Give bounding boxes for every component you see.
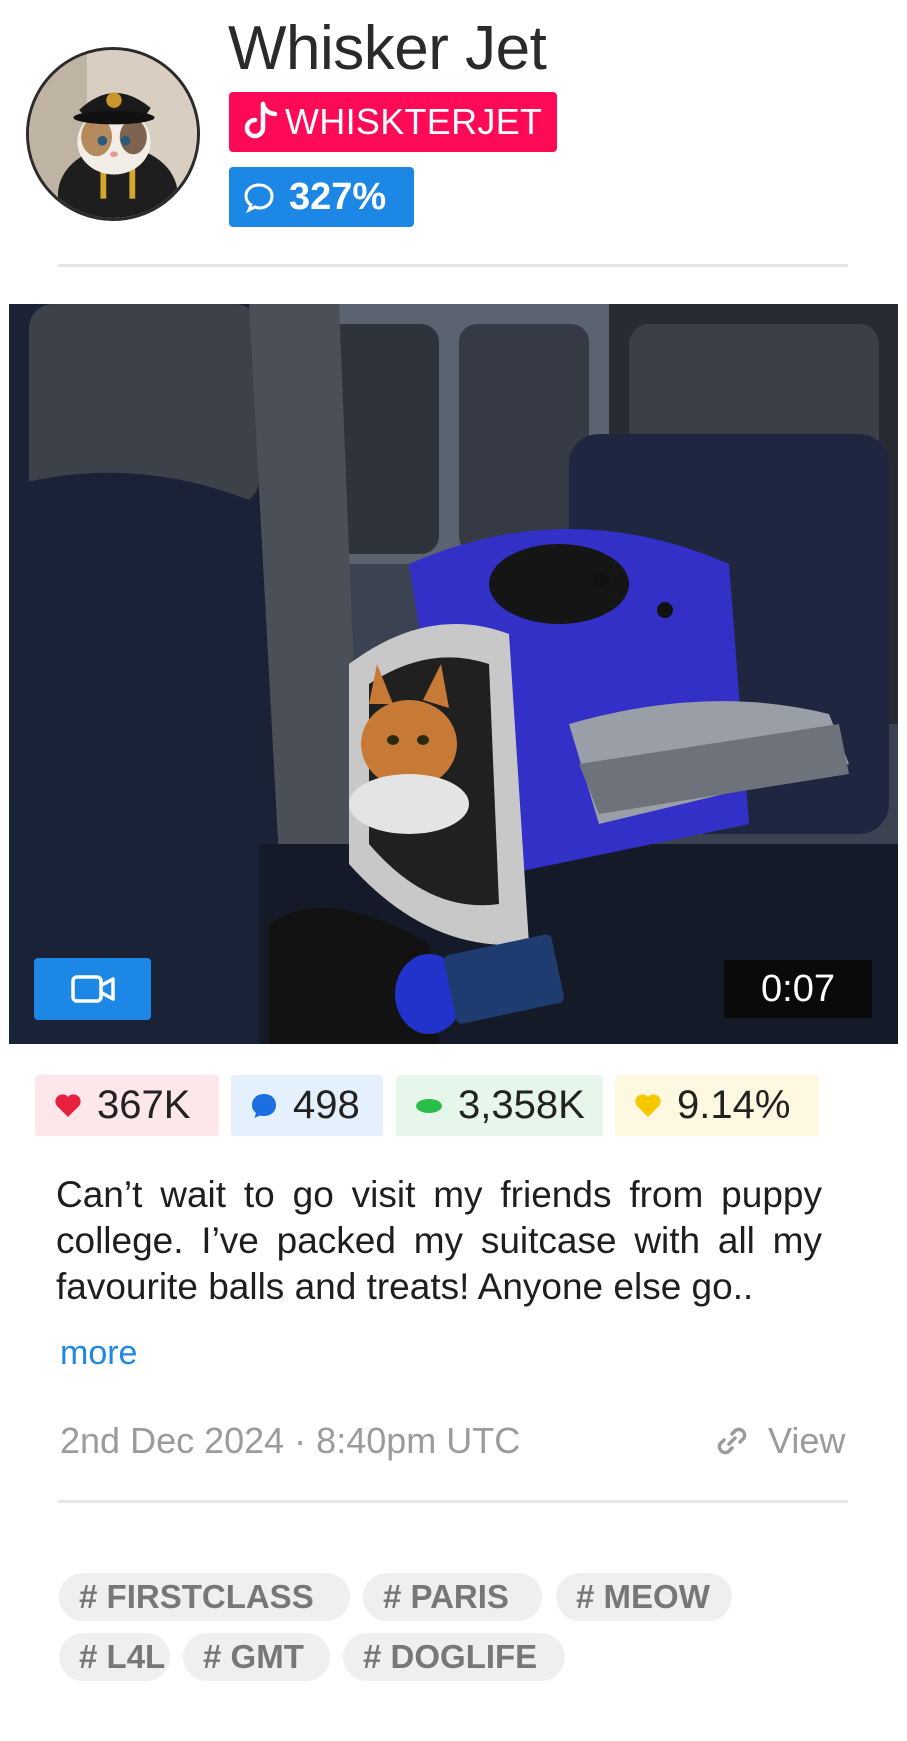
hashtag-chip[interactable]: # MEOW [556,1573,732,1621]
hashtag-chip[interactable]: # FIRSTCLASS [59,1573,350,1621]
video-type-button[interactable] [34,958,151,1020]
tiktok-icon [244,101,278,139]
hashtag-chip[interactable]: # DOGLIFE [343,1633,565,1681]
comment-icon [252,1093,276,1118]
view-label: View [768,1420,846,1461]
heart-icon [635,1093,661,1117]
video-camera-icon [70,975,115,1003]
engagement-rate-value: 9.14% [677,1083,791,1127]
handle-badge[interactable]: WHISKTERJET [229,92,557,152]
handle-text: WHISKTERJET [285,101,543,142]
profile-avatar[interactable] [26,47,200,221]
heart-icon [55,1093,81,1117]
comments-stat: 498 [231,1075,383,1136]
post-date: 2nd Dec 2024 · 8:40pm UTC [60,1420,521,1461]
likes-stat: 367K [35,1075,219,1136]
profile-name: Whisker Jet [228,14,547,83]
hashtag-chip[interactable]: # L4L [59,1633,170,1681]
cat-pilot-image [29,50,197,218]
hashtag-chip[interactable]: # PARIS [363,1573,542,1621]
eye-icon [416,1098,442,1113]
header-divider [58,264,848,267]
comments-value: 498 [293,1083,360,1127]
hashtag-chip[interactable]: # GMT [183,1633,330,1681]
view-link[interactable]: View [712,1420,845,1462]
more-link[interactable]: more [60,1334,137,1373]
link-icon [717,1427,747,1455]
cat-carrier-photo [9,304,898,1044]
post-caption: Can’t wait to go visit my friends from p… [56,1174,822,1307]
engagement-value: 327% [289,175,387,218]
views-stat: 3,358K [396,1075,603,1136]
video-duration: 0:07 [724,960,872,1018]
engagement-rate-stat: 9.14% [615,1075,819,1136]
views-value: 3,358K [458,1083,585,1127]
post-media[interactable] [9,304,898,1044]
engagement-badge: 327% [229,167,414,227]
likes-value: 367K [97,1083,191,1127]
comment-bubble-icon [244,183,274,213]
footer-divider [58,1500,848,1503]
